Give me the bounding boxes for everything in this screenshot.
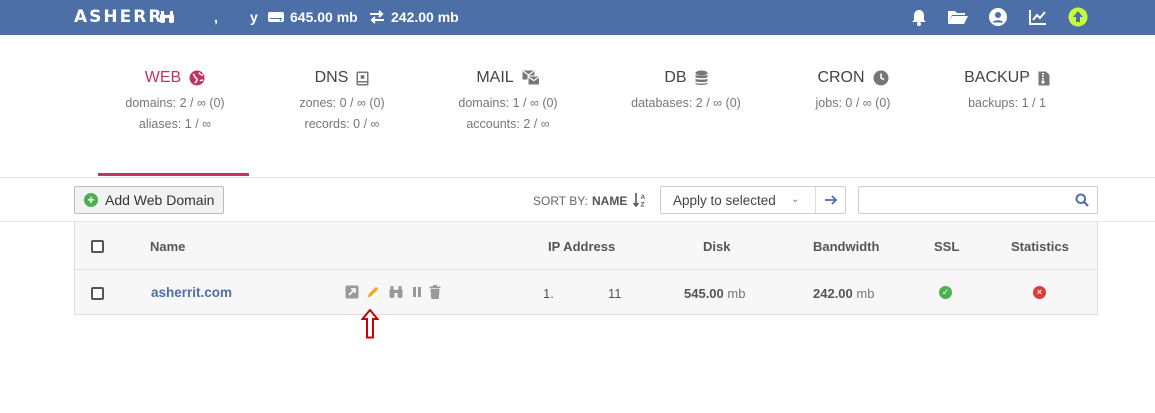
suspend-pause-icon[interactable]: [410, 285, 424, 299]
binoculars-icon: [156, 6, 178, 28]
arrow-right-icon[interactable]: [822, 192, 840, 208]
row-checkbox[interactable]: [91, 287, 104, 300]
user-name-suffix: y: [250, 9, 258, 25]
backup-count: backups: 1 / 1: [968, 96, 1046, 110]
app-logo[interactable]: ASHERR: [74, 7, 163, 27]
web-aliases-count: aliases: 1 / ∞: [138, 117, 212, 131]
svg-text:A: A: [641, 194, 646, 201]
user-icon[interactable]: [987, 6, 1009, 28]
header-disk[interactable]: Disk: [703, 239, 730, 254]
edit-pencil-icon[interactable]: [366, 285, 380, 299]
tab-web-label: WEB: [144, 69, 182, 86]
bandwidth-usage-unit: mb: [856, 286, 875, 301]
ip-address-part1: 1.: [543, 286, 554, 301]
logs-binoculars-icon[interactable]: [389, 285, 403, 299]
file-archive-icon: [1038, 71, 1050, 85]
web-domains-table: Name IP Address Disk Bandwidth SSL Stati…: [74, 222, 1098, 315]
add-web-domain-label: Add Web Domain: [105, 192, 215, 208]
disk-usage-value: 545.00: [684, 286, 724, 301]
svg-text:Z: Z: [641, 202, 645, 209]
bell-icon[interactable]: [908, 6, 930, 28]
chevron-down-icon: ⌄: [791, 194, 800, 205]
select-all-checkbox[interactable]: [91, 240, 104, 253]
header-ssl: SSL: [934, 239, 960, 254]
globe-icon: [189, 70, 205, 86]
cron-jobs-count: jobs: 0 / ∞ (0): [815, 96, 891, 110]
tab-db[interactable]: DB databases: 2 / ∞ (0): [601, 66, 771, 111]
search-input[interactable]: [858, 186, 1098, 214]
dns-records-count: records: 0 / ∞: [304, 117, 380, 131]
tab-backup-label: BACKUP: [964, 69, 1030, 86]
database-icon: [695, 70, 708, 85]
disk-usage: 645.00 mb: [268, 9, 358, 25]
disk-usage-value: 645.00 mb: [290, 9, 358, 25]
user-name-fragment: ,: [214, 9, 218, 25]
annotation-arrow-icon: [361, 309, 379, 339]
sort-alpha-icon[interactable]: AZ: [633, 192, 647, 208]
statistics-disabled-x-icon: ×: [1033, 286, 1046, 299]
tab-web[interactable]: WEB domains: 2 / ∞ (0) aliases: 1 / ∞: [90, 66, 260, 132]
mail-domains-count: domains: 1 / ∞ (0): [458, 96, 558, 110]
header-bandwidth[interactable]: Bandwidth: [813, 239, 879, 254]
ssl-enabled-check-icon: ✓: [939, 286, 952, 299]
tab-dns-label: DNS: [314, 69, 349, 86]
tab-db-label: DB: [664, 69, 687, 86]
ip-address-part2: 11: [608, 286, 622, 301]
bandwidth-usage-value: 242.00: [813, 286, 853, 301]
tab-dns[interactable]: DNS zones: 0 / ∞ (0) records: 0 / ∞: [257, 66, 427, 132]
chart-icon[interactable]: [1027, 6, 1049, 28]
bulk-action-value: Apply to selected: [673, 193, 776, 208]
db-databases-count: databases: 2 / ∞ (0): [631, 96, 741, 110]
tab-backup[interactable]: BACKUP backups: 1 / 1: [922, 66, 1092, 111]
folder-icon[interactable]: [947, 6, 969, 28]
table-header-row: Name IP Address Disk Bandwidth SSL Stati…: [75, 222, 1097, 270]
header-name[interactable]: Name: [150, 239, 185, 254]
header-ip-address[interactable]: IP Address: [548, 239, 615, 254]
open-external-icon[interactable]: [345, 285, 359, 299]
bandwidth-usage-cell: 242.00 mb: [813, 286, 874, 301]
disk-usage-cell: 545.00 mb: [684, 286, 745, 301]
tab-cron-label: CRON: [817, 69, 865, 86]
plus-circle-icon: +: [84, 193, 98, 207]
sort-by-label: SORT BY:: [533, 194, 588, 208]
web-domains-count: domains: 2 / ∞ (0): [125, 96, 225, 110]
add-web-domain-button[interactable]: + Add Web Domain: [74, 186, 224, 214]
bulk-action-select[interactable]: Apply to selected ⌄: [660, 186, 846, 214]
tab-mail[interactable]: MAIL domains: 1 / ∞ (0) accounts: 2 / ∞: [423, 66, 593, 132]
exchange-icon: [370, 10, 384, 24]
dns-book-icon: [356, 71, 369, 85]
domain-name-link[interactable]: asherrit.com: [151, 285, 232, 300]
mail-accounts-count: accounts: 2 / ∞: [466, 117, 550, 131]
select-divider: [815, 187, 816, 213]
bandwidth-usage-value: 242.00 mb: [391, 9, 459, 25]
mail-icon: [522, 70, 540, 86]
top-navbar: ASHERR , y 645.00 mb 242.00 mb: [0, 0, 1155, 35]
hdd-icon: [268, 12, 284, 22]
tab-cron[interactable]: CRON jobs: 0 / ∞ (0): [768, 66, 938, 111]
update-icon[interactable]: [1067, 6, 1089, 28]
active-tab-indicator: [98, 173, 249, 176]
tab-mail-label: MAIL: [476, 69, 514, 86]
delete-trash-icon[interactable]: [428, 285, 442, 299]
dns-zones-count: zones: 0 / ∞ (0): [299, 96, 385, 110]
bandwidth-usage: 242.00 mb: [369, 9, 459, 25]
table-row: asherrit.com 1. 11 545.00 mb 242.00 mb ✓…: [75, 271, 1097, 314]
sort-by-value[interactable]: NAME: [592, 194, 627, 208]
header-statistics: Statistics: [1011, 239, 1069, 254]
clock-icon: [873, 70, 889, 86]
stats-divider: [0, 177, 1155, 178]
search-icon[interactable]: [1075, 193, 1089, 207]
disk-usage-unit: mb: [727, 286, 746, 301]
